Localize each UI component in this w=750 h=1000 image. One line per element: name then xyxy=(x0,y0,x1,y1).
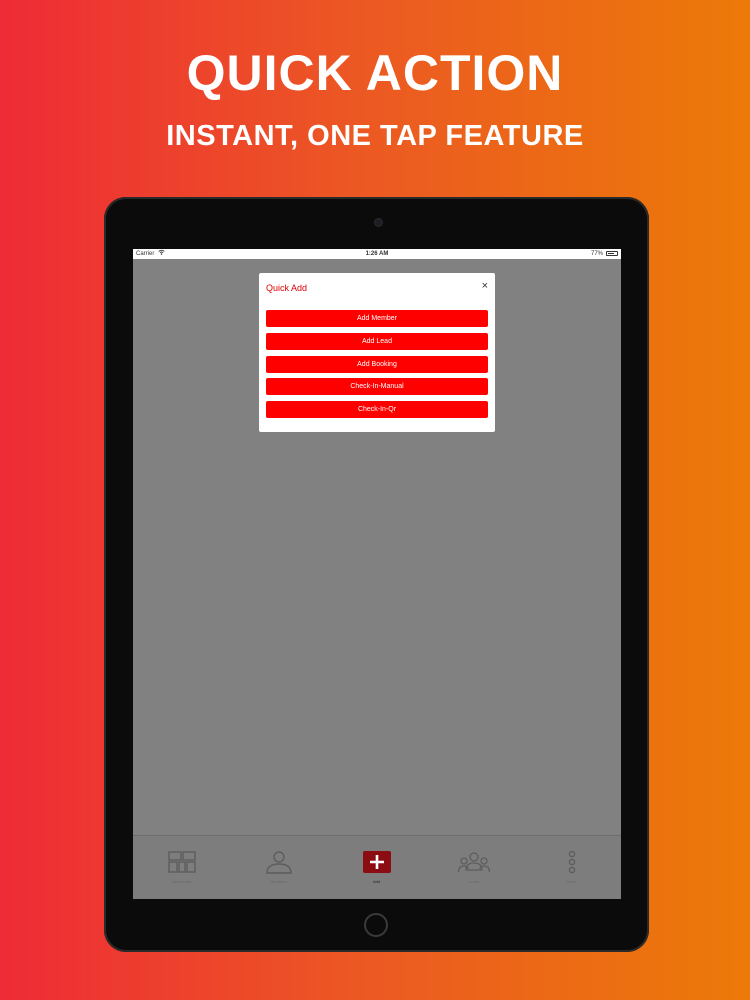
modal-actions: Add Member Add Lead Add Booking Check-In… xyxy=(266,310,488,424)
tab-bar: Dashboard Members Add Leads More xyxy=(133,835,621,899)
tab-label: Dashboard xyxy=(171,879,192,884)
quick-add-modal: Quick Add × Add Member Add Lead Add Book… xyxy=(259,273,495,432)
headline-title: QUICK ACTION xyxy=(186,45,564,101)
group-icon xyxy=(457,850,491,874)
tab-add[interactable]: Add xyxy=(328,836,425,899)
status-bar: Carrier 1:26 AM 77% xyxy=(133,249,621,259)
check-in-manual-button[interactable]: Check-In-Manual xyxy=(266,378,488,396)
tablet-device: Carrier 1:26 AM 77% Quick Add × Add Memb… xyxy=(104,197,649,952)
modal-title: Quick Add xyxy=(266,283,308,293)
more-icon xyxy=(556,850,588,874)
home-button[interactable] xyxy=(364,913,388,937)
app-screen: Carrier 1:26 AM 77% Quick Add × Add Memb… xyxy=(133,249,621,899)
camera-lens xyxy=(375,219,382,226)
tab-more[interactable]: More xyxy=(523,836,620,899)
dashboard-icon xyxy=(166,850,198,874)
tab-members[interactable]: Members xyxy=(230,836,327,899)
tab-label: Add xyxy=(372,879,381,884)
clock-time: 1:26 AM xyxy=(365,251,389,257)
tab-label: Members xyxy=(270,879,287,884)
headline-subtitle: INSTANT, ONE TAP FEATURE xyxy=(166,120,584,152)
close-icon[interactable]: × xyxy=(482,280,488,292)
tab-label: Leads xyxy=(468,879,479,884)
person-icon xyxy=(263,850,295,874)
add-member-button[interactable]: Add Member xyxy=(266,310,488,327)
battery-percent: 77% xyxy=(590,251,603,257)
tab-dashboard[interactable]: Dashboard xyxy=(133,836,230,899)
add-lead-button[interactable]: Add Lead xyxy=(266,332,488,350)
tab-label: More xyxy=(566,879,577,884)
add-booking-button[interactable]: Add Booking xyxy=(266,355,488,373)
plus-icon xyxy=(361,850,393,874)
tab-leads[interactable]: Leads xyxy=(425,836,522,899)
battery-icon xyxy=(606,251,618,256)
check-in-qr-button[interactable]: Check-In-Qr xyxy=(266,401,488,419)
